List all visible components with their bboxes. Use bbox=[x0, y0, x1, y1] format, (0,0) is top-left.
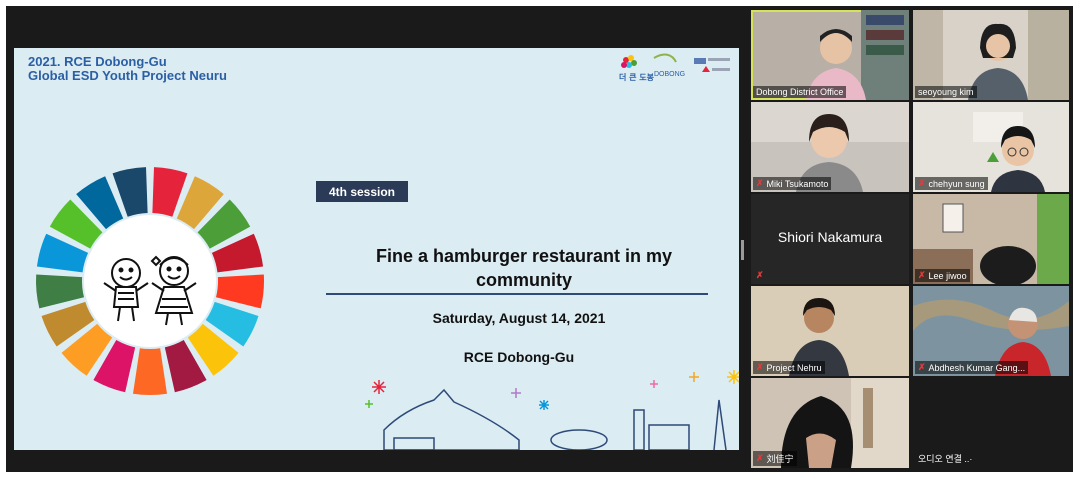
participant-name-tag: ✗ 刘佳宁 bbox=[753, 451, 797, 466]
mic-muted-icon: ✗ bbox=[756, 270, 764, 280]
participant-name-tag: ✗ Abdhesh Kumar Gang... bbox=[915, 361, 1029, 374]
participant-name: Lee jiwoo bbox=[928, 270, 967, 281]
video-tile-nehru[interactable]: ✗ Project Nehru bbox=[751, 286, 909, 376]
video-tile-seoyoung[interactable]: seoyoung kim bbox=[913, 10, 1069, 100]
participant-name: Dobong District Office bbox=[756, 87, 844, 97]
sdg-wheel-segment bbox=[216, 274, 264, 309]
session-date: Saturday, August 14, 2021 bbox=[432, 310, 606, 326]
mic-muted-icon: ✗ bbox=[756, 362, 764, 372]
video-tile-liu[interactable]: ✗ 刘佳宁 bbox=[751, 378, 909, 468]
participant-name: Project Nehru bbox=[766, 362, 822, 373]
city-skyline-illustration bbox=[365, 370, 739, 450]
dobong-logo: 더 큰 도봉 DOBONG bbox=[619, 53, 730, 82]
participant-name: Abdhesh Kumar Gang... bbox=[928, 362, 1026, 373]
divider-line bbox=[326, 293, 708, 295]
participant-name: seoyoung kim bbox=[918, 87, 974, 97]
logo-brand-text: DOBONG bbox=[654, 71, 685, 78]
shared-slide: 2021. RCE Dobong-Gu Global ESD Youth Pro… bbox=[14, 48, 739, 450]
participant-name: 오디오 연결 ..· bbox=[918, 454, 973, 464]
slide-title-line2: Global ESD Youth Project Neuru bbox=[28, 68, 227, 83]
sdg-wheel-segment bbox=[36, 274, 84, 309]
video-tile-abdhesh[interactable]: ✗ Abdhesh Kumar Gang... bbox=[913, 286, 1069, 376]
participant-name-tag: ✗ Miki Tsukamoto bbox=[753, 177, 832, 190]
participant-name: Miki Tsukamoto bbox=[766, 178, 829, 189]
sdg-wheel-segment bbox=[132, 348, 168, 395]
panel-resize-handle[interactable] bbox=[741, 240, 744, 260]
participant-name-tag: seoyoung kim bbox=[915, 86, 977, 98]
sdg-wheel-center bbox=[84, 215, 216, 347]
participant-name-tag: ✗ Project Nehru bbox=[753, 361, 825, 374]
video-tile-dobong[interactable]: Dobong District Office bbox=[751, 10, 909, 100]
participant-name-tag: Dobong District Office bbox=[753, 86, 847, 98]
participant-display-name: Shiori Nakamura bbox=[777, 229, 883, 245]
participant-name-tag: ✗ chehyun sung bbox=[915, 177, 988, 190]
participant-name: 刘佳宁 bbox=[766, 454, 794, 464]
participant-name: chehyun sung bbox=[928, 178, 985, 189]
video-tile-shiori[interactable]: Shiori Nakamura ✗ bbox=[751, 194, 909, 284]
slide-headline: Fine a hamburger restaurant in my commun… bbox=[375, 246, 673, 290]
mic-muted-icon: ✗ bbox=[756, 453, 764, 463]
video-tile-audio[interactable]: 오디오 연결 ..· bbox=[913, 378, 1069, 468]
video-tile-chehyun[interactable]: ✗ chehyun sung bbox=[913, 102, 1069, 192]
video-tile-miki[interactable]: ✗ Miki Tsukamoto bbox=[751, 102, 909, 192]
mic-muted-icon: ✗ bbox=[756, 178, 764, 188]
meeting-window: 2021. RCE Dobong-Gu Global ESD Youth Pro… bbox=[6, 6, 1073, 472]
session-badge: 4th session bbox=[316, 181, 408, 202]
participant-name-tag: ✗ Lee jiwoo bbox=[915, 269, 970, 282]
slide-title: 2021. RCE Dobong-Gu Global ESD Youth Pro… bbox=[28, 55, 227, 83]
participant-name-tag: 오디오 연결 ..· bbox=[915, 451, 975, 466]
mic-muted-icon: ✗ bbox=[918, 178, 926, 188]
slide-title-line1: 2021. RCE Dobong-Gu bbox=[28, 54, 167, 69]
mic-muted-icon: ✗ bbox=[918, 362, 926, 372]
participant-name-tag: ✗ bbox=[753, 269, 767, 282]
video-tile-lee[interactable]: ✗ Lee jiwoo bbox=[913, 194, 1069, 284]
mic-muted-icon: ✗ bbox=[918, 270, 926, 280]
organizer-label: RCE Dobong-Gu bbox=[463, 349, 575, 365]
logo-korean-text: 더 큰 도봉 bbox=[619, 72, 655, 82]
sdg-wheel bbox=[36, 167, 264, 395]
